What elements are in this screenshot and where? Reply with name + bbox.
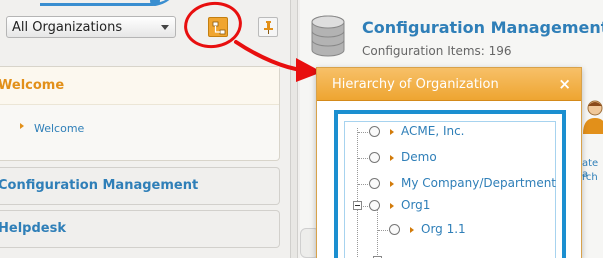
organization-tree: ACME, Inc. Demo My Company/Department Or… <box>344 121 556 258</box>
menu-section-title-helpdesk[interactable]: Helpdesk <box>0 221 66 236</box>
bullet-icon <box>410 227 414 233</box>
pin-icon <box>264 21 273 34</box>
bullet-icon <box>390 181 394 187</box>
tree-radio[interactable] <box>369 152 380 163</box>
tree-radio[interactable] <box>369 200 380 211</box>
pin-button[interactable] <box>258 17 278 37</box>
tree-connector <box>357 128 358 258</box>
background-link-fragment[interactable]: rch <box>582 172 598 183</box>
collapse-icon[interactable] <box>353 201 362 210</box>
menu-section-configuration[interactable]: Configuration Management <box>0 167 280 205</box>
bullet-icon <box>390 203 394 209</box>
bullet-icon <box>390 129 394 135</box>
menu-item-welcome[interactable]: Welcome <box>34 122 84 135</box>
tree-connector <box>377 208 378 258</box>
tree-connector <box>378 230 388 231</box>
dialog-header[interactable]: Hierarchy of Organization × <box>317 68 581 101</box>
menu-section-title-welcome[interactable]: Welcome <box>0 78 64 93</box>
tree-item-label[interactable]: Demo <box>401 150 437 164</box>
tree-radio[interactable] <box>369 126 380 137</box>
user-icon <box>583 100 603 134</box>
tree-connector <box>363 206 368 207</box>
tree-item-label[interactable]: My Company/Department <box>401 176 556 190</box>
tree-radio[interactable] <box>369 178 380 189</box>
tree-connector <box>358 158 368 159</box>
organization-select[interactable]: All Organizations <box>6 16 176 38</box>
tree-item-label[interactable]: Org1 <box>401 198 430 212</box>
dialog-title: Hierarchy of Organization <box>332 77 499 92</box>
tree-connector <box>358 184 368 185</box>
bullet-icon <box>390 155 394 161</box>
annotation-arrow <box>234 40 322 82</box>
page-title: Configuration Management <box>362 18 603 37</box>
organization-select-value: All Organizations <box>12 19 123 35</box>
tree-item-label[interactable]: ACME, Inc. <box>401 124 465 138</box>
close-icon[interactable]: × <box>558 75 571 93</box>
bullet-icon <box>20 123 24 129</box>
configuration-items-count: Configuration Items: 196 <box>362 44 512 58</box>
tree-connector <box>358 132 368 133</box>
hierarchy-dialog: Hierarchy of Organization × ACME, Inc. D… <box>316 67 582 258</box>
organization-tree-frame: ACME, Inc. Demo My Company/Department Or… <box>334 110 566 258</box>
tree-item-label[interactable]: Org 1.1 <box>421 222 466 236</box>
chevron-down-icon <box>161 25 169 30</box>
menu-section-helpdesk[interactable]: Helpdesk <box>0 210 280 248</box>
tree-radio[interactable] <box>389 224 400 235</box>
menu-section-title-configuration[interactable]: Configuration Management <box>0 178 198 193</box>
